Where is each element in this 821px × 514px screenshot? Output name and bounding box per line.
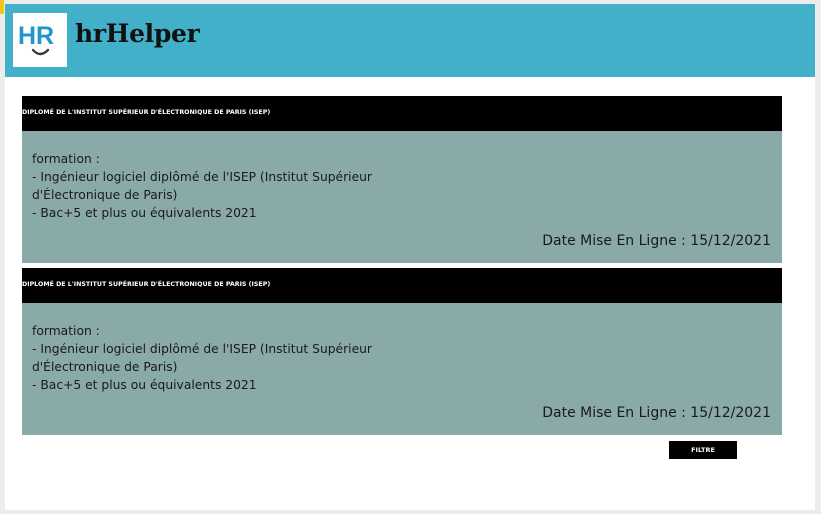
card-line: formation : — [32, 152, 100, 166]
card-line: d'Électronique de Paris) — [32, 360, 178, 374]
app-frame: HR hrHelper DIPLOMÉ DE L'INSTITUT SUPÉRI… — [5, 4, 815, 510]
card-line: - Bac+5 et plus ou équivalents 2021 — [32, 378, 257, 392]
card-title: DIPLOMÉ DE L'INSTITUT SUPÉRIEUR D'ÉLECTR… — [22, 109, 271, 116]
card-title: DIPLOMÉ DE L'INSTITUT SUPÉRIEUR D'ÉLECTR… — [22, 281, 271, 288]
card-title-bar: DIPLOMÉ DE L'INSTITUT SUPÉRIEUR D'ÉLECTR… — [22, 268, 782, 303]
filter-button[interactable]: FILTRE — [669, 441, 737, 459]
brand-name: hrHelper — [75, 19, 200, 48]
card-line: - Ingénieur logiciel diplômé de l'ISEP (… — [32, 170, 372, 184]
corner-marker — [0, 0, 4, 14]
card-date: Date Mise En Ligne : 15/12/2021 — [542, 405, 771, 421]
card-date: Date Mise En Ligne : 15/12/2021 — [542, 233, 771, 249]
logo-text: HR — [18, 22, 54, 50]
hr-smile-logo-icon[interactable]: HR — [13, 13, 67, 67]
card-line: - Bac+5 et plus ou équivalents 2021 — [32, 206, 257, 220]
card-description: formation : - Ingénieur logiciel diplômé… — [32, 322, 392, 394]
card-line: - Ingénieur logiciel diplômé de l'ISEP (… — [32, 342, 372, 356]
header-bar: HR hrHelper — [5, 4, 815, 77]
card-line: d'Électronique de Paris) — [32, 188, 178, 202]
card-line: formation : — [32, 324, 100, 338]
card-description: formation : - Ingénieur logiciel diplômé… — [32, 150, 392, 222]
job-card[interactable]: DIPLOMÉ DE L'INSTITUT SUPÉRIEUR D'ÉLECTR… — [22, 268, 782, 435]
card-title-bar: DIPLOMÉ DE L'INSTITUT SUPÉRIEUR D'ÉLECTR… — [22, 96, 782, 131]
job-card[interactable]: DIPLOMÉ DE L'INSTITUT SUPÉRIEUR D'ÉLECTR… — [22, 96, 782, 263]
